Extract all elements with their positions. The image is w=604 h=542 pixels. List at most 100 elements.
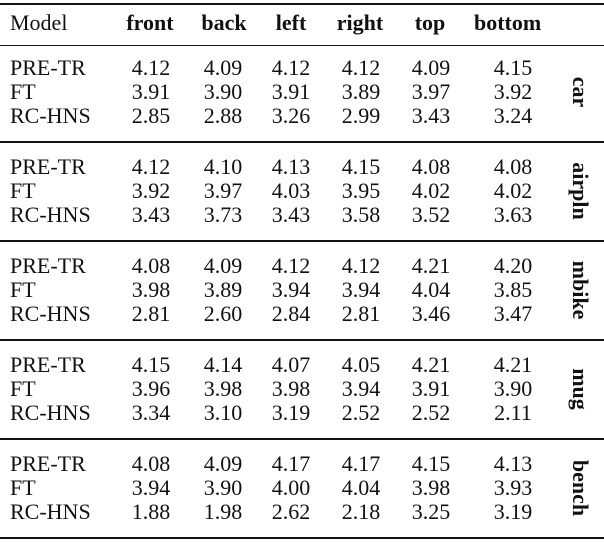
table-cell: 4.03	[271, 178, 311, 203]
bottom-rule	[0, 537, 604, 539]
row-model: FT	[10, 277, 36, 302]
table-cell: 3.89	[203, 277, 243, 302]
table-cell: 3.94	[131, 475, 171, 500]
table-cell: 4.12	[341, 55, 381, 80]
header-model: Model	[10, 10, 68, 35]
table-cell: 4.12	[271, 253, 311, 278]
table-cell: 3.43	[131, 202, 171, 227]
table-cell: 3.46	[411, 301, 451, 326]
table-cell: 3.93	[493, 475, 533, 500]
table-cell: 4.12	[131, 154, 171, 179]
table-cell: 3.26	[271, 103, 311, 128]
table-cell: 2.81	[131, 301, 171, 326]
table-cell: 3.98	[131, 277, 171, 302]
header-rule	[0, 45, 604, 46]
category-label: mbike	[568, 260, 593, 320]
table-cell: 2.18	[341, 499, 381, 524]
table-cell: 4.05	[341, 352, 381, 377]
top-rule	[0, 3, 604, 5]
row-model: FT	[10, 376, 36, 401]
table-cell: 4.13	[493, 451, 533, 476]
row-model: RC-HNS	[10, 301, 91, 326]
table-cell: 1.98	[203, 499, 243, 524]
category-label: bench	[568, 459, 593, 517]
table-cell: 1.88	[131, 499, 171, 524]
table-cell: 4.15	[341, 154, 381, 179]
header-right: right	[336, 10, 384, 35]
table-cell: 4.12	[131, 55, 171, 80]
row-model: RC-HNS	[10, 499, 91, 524]
table-cell: 3.63	[493, 202, 533, 227]
row-model: RC-HNS	[10, 202, 91, 227]
category-label: mug	[568, 368, 593, 410]
group-rule	[0, 339, 604, 341]
table-cell: 4.15	[493, 55, 533, 80]
table-cell: 4.02	[411, 178, 451, 203]
header-top: top	[414, 10, 446, 35]
group-rule	[0, 438, 604, 440]
table-cell: 3.94	[271, 277, 311, 302]
row-model: FT	[10, 79, 36, 104]
table-cell: 4.07	[271, 352, 311, 377]
table-cell: 3.94	[341, 376, 381, 401]
table-cell: 4.10	[203, 154, 243, 179]
row-model: PRE-TR	[10, 55, 86, 80]
table-cell: 2.52	[411, 400, 451, 425]
header-back: back	[201, 10, 247, 35]
table-cell: 3.95	[341, 178, 381, 203]
table-cell: 4.08	[131, 451, 171, 476]
table-cell: 3.98	[203, 376, 243, 401]
table-cell: 3.43	[271, 202, 311, 227]
table-cell: 3.19	[271, 400, 311, 425]
table-cell: 4.09	[203, 253, 243, 278]
table-cell: 3.97	[203, 178, 243, 203]
table-cell: 4.20	[493, 253, 533, 278]
table-cell: 4.09	[411, 55, 451, 80]
table-cell: 2.52	[341, 400, 381, 425]
table-cell: 4.21	[411, 352, 451, 377]
table-cell: 4.21	[493, 352, 533, 377]
table-cell: 4.09	[203, 55, 243, 80]
table-cell: 4.15	[131, 352, 171, 377]
table-cell: 4.09	[203, 451, 243, 476]
header-left: left	[275, 10, 307, 35]
table-cell: 3.91	[411, 376, 451, 401]
table-cell: 4.12	[271, 55, 311, 80]
table-cell: 2.99	[341, 103, 381, 128]
table-cell: 4.04	[341, 475, 381, 500]
table-cell: 3.97	[411, 79, 451, 104]
table-cell: 3.90	[203, 79, 243, 104]
table-cell: 3.73	[203, 202, 243, 227]
table-cell: 4.00	[271, 475, 311, 500]
table-cell: 3.52	[411, 202, 451, 227]
table-cell: 3.94	[341, 277, 381, 302]
table-cell: 3.89	[341, 79, 381, 104]
table-cell: 3.10	[203, 400, 243, 425]
header-bottom: bottom	[474, 10, 542, 35]
table-cell: 2.60	[203, 301, 243, 326]
table-cell: 3.90	[203, 475, 243, 500]
table-cell: 3.92	[131, 178, 171, 203]
row-model: FT	[10, 475, 36, 500]
table-cell: 2.84	[271, 301, 311, 326]
table-cell: 4.02	[493, 178, 533, 203]
row-model: PRE-TR	[10, 451, 86, 476]
table-cell: 3.43	[411, 103, 451, 128]
table-cell: 4.21	[411, 253, 451, 278]
table-cell: 3.58	[341, 202, 381, 227]
row-model: PRE-TR	[10, 253, 86, 278]
table-cell: 3.34	[131, 400, 171, 425]
table-cell: 2.85	[131, 103, 171, 128]
row-model: RC-HNS	[10, 103, 91, 128]
table-cell: 4.04	[411, 277, 451, 302]
table-cell: 4.13	[271, 154, 311, 179]
table-cell: 2.62	[271, 499, 311, 524]
row-model: RC-HNS	[10, 400, 91, 425]
table-cell: 3.91	[131, 79, 171, 104]
table-cell: 3.91	[271, 79, 311, 104]
table-cell: 4.08	[411, 154, 451, 179]
table-cell: 4.12	[341, 253, 381, 278]
table-cell: 3.85	[493, 277, 533, 302]
header-front: front	[126, 10, 174, 35]
table-cell: 2.11	[494, 400, 532, 425]
